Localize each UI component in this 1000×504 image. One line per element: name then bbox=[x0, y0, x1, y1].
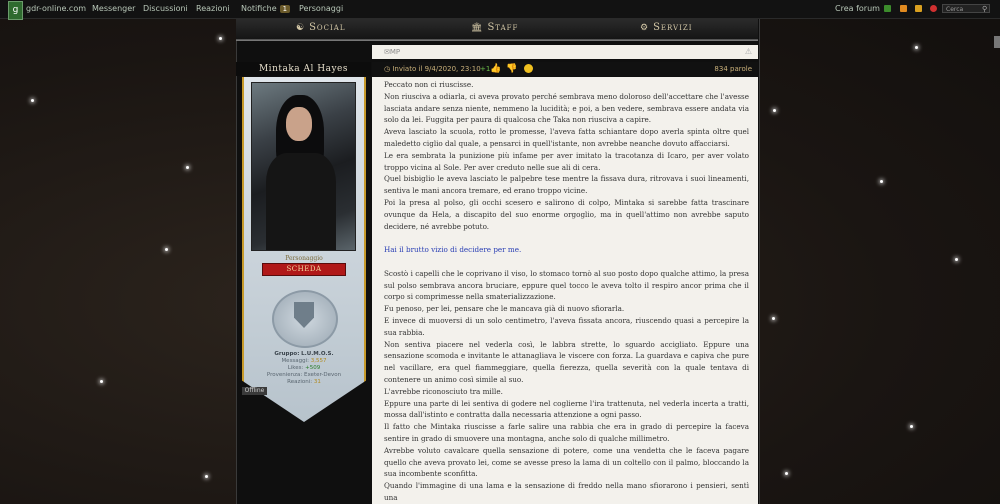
group-emblem-icon bbox=[272, 290, 338, 348]
star-decoration bbox=[910, 425, 913, 428]
word-count: 834 parole bbox=[714, 65, 752, 73]
star-decoration bbox=[772, 317, 775, 320]
opera-icon[interactable] bbox=[930, 5, 937, 12]
avatar bbox=[251, 82, 356, 251]
nav-notifiche-label: Notifiche bbox=[241, 4, 277, 13]
post-paragraph: Aveva lasciato la scuola, rotto le prome… bbox=[384, 127, 749, 148]
post-paragraph: Peccato non ci riuscisse. bbox=[384, 80, 474, 89]
star-decoration bbox=[915, 46, 918, 49]
post-paragraph: Scostò i capelli che le coprivano il vis… bbox=[384, 268, 749, 302]
nav-discussioni[interactable]: Discussioni bbox=[143, 4, 188, 13]
post-toolbar: ✉MP ⚠ bbox=[372, 45, 758, 59]
reader-icon[interactable] bbox=[915, 5, 922, 12]
mp-link[interactable]: ✉MP bbox=[384, 48, 400, 56]
building-icon: 🏛 bbox=[471, 23, 484, 33]
group-value[interactable]: L.U.M.O.S. bbox=[301, 351, 333, 357]
provenienza-value: Exeter-Devon bbox=[304, 372, 342, 378]
post-paragraph: Non sentiva piacere nel vederla così, le… bbox=[384, 339, 749, 384]
messaggi-label: Messaggi: bbox=[281, 358, 310, 364]
post-date: ◷ Inviato il 9/4/2020, 23:10 bbox=[384, 62, 481, 76]
site-link[interactable]: gdr-online.com bbox=[26, 4, 86, 13]
star-decoration bbox=[880, 180, 883, 183]
likes-label: Likes: bbox=[287, 365, 304, 371]
likes-row: Likes: +509 bbox=[242, 365, 366, 372]
dialogue-line: Hai il brutto vizio di decidere per me. bbox=[384, 245, 522, 255]
scrollbar-thumb[interactable] bbox=[994, 36, 1000, 48]
nav-personaggi[interactable]: Personaggi bbox=[299, 4, 343, 13]
report-icon[interactable]: ⚠ bbox=[745, 47, 752, 56]
star-decoration bbox=[785, 472, 788, 475]
mp-label: MP bbox=[389, 48, 401, 56]
gears-icon: ⚙ bbox=[640, 23, 650, 33]
thumbs-up-icon[interactable]: 👍 bbox=[490, 62, 501, 76]
provenienza-row: Provenienza: Exeter-Devon bbox=[242, 372, 366, 379]
status-badge: Offline bbox=[242, 387, 267, 395]
reazioni-row: Reazioni: 31 bbox=[242, 379, 366, 386]
social-icon: ☯ bbox=[296, 23, 306, 33]
post-paragraph: Poi la presa al polso, gli occhi scesero… bbox=[384, 197, 749, 231]
post-paragraph: E invece di muoversi di un solo centimet… bbox=[384, 315, 749, 337]
post-paragraph: L'avrebbe riconosciuto tra mille. bbox=[384, 386, 503, 396]
profile-role: Personaggio bbox=[285, 255, 323, 262]
thumbs-down-icon[interactable]: 👎 bbox=[506, 62, 517, 76]
post-paragraph: Quando l'immagine di una lama e la sensa… bbox=[384, 481, 749, 502]
star-decoration bbox=[165, 248, 168, 251]
section-tabs: ☯ Social 🏛 Staff ⚙ Servizi bbox=[236, 19, 758, 40]
post-paragraph: Il fatto che Mintaka riuscisse a farle s… bbox=[384, 422, 749, 443]
search-icon[interactable]: ⚲ bbox=[982, 5, 987, 13]
post-paragraph: Eppure una parte di lei sentiva di goder… bbox=[384, 398, 749, 420]
tab-servizi[interactable]: ⚙ Servizi bbox=[640, 22, 693, 33]
rss-icon[interactable] bbox=[900, 5, 907, 12]
nav-notifiche[interactable]: Notifiche 1 bbox=[241, 4, 291, 13]
reazioni-value: 31 bbox=[313, 379, 321, 385]
post-paragraph: Avrebbe voluto cavalcare quella sensazio… bbox=[384, 445, 749, 479]
tab-staff[interactable]: 🏛 Staff bbox=[471, 22, 518, 33]
scheda-button[interactable]: SCHEDA bbox=[262, 263, 346, 276]
top-navigation-bar: g gdr-online.com Messenger Discussioni R… bbox=[0, 0, 1000, 20]
site-logo-icon[interactable]: g bbox=[8, 1, 23, 20]
tab-staff-label: Staff bbox=[487, 22, 519, 33]
tab-divider bbox=[236, 40, 758, 41]
star-decoration bbox=[31, 99, 34, 102]
messaggi-value: 3,557 bbox=[310, 358, 327, 364]
group-label: Gruppo: bbox=[274, 351, 300, 357]
star-decoration bbox=[205, 475, 208, 478]
star-decoration bbox=[186, 166, 189, 169]
post-text: Peccato non ci riuscisse. Non riusciva a… bbox=[384, 79, 749, 504]
notification-badge: 1 bbox=[279, 5, 291, 13]
post-author-name[interactable]: Mintaka Al Hayes bbox=[236, 62, 371, 76]
post-paragraph: Fu penoso, per lei, pensare che le manca… bbox=[384, 304, 625, 314]
post-date-text: Inviato il 9/4/2020, 23:10 bbox=[392, 65, 481, 73]
post-paragraph: Non riusciva a odiarla, ci aveva provato… bbox=[384, 91, 749, 125]
green-app-icon[interactable] bbox=[884, 5, 891, 12]
crea-forum-link[interactable]: Crea forum bbox=[835, 4, 880, 13]
star-decoration bbox=[219, 37, 222, 40]
likes-value: +509 bbox=[305, 365, 321, 371]
provenienza-label: Provenienza: bbox=[266, 372, 303, 378]
star-decoration bbox=[100, 380, 103, 383]
avatar-face bbox=[286, 107, 312, 141]
avatar-body bbox=[266, 153, 336, 250]
group-row: Gruppo: L.U.M.O.S. bbox=[242, 351, 366, 358]
post-info-bar: ◷ Inviato il 9/4/2020, 23:10 +1 👍 👎 834 … bbox=[372, 62, 758, 76]
nav-messenger[interactable]: Messenger bbox=[92, 4, 135, 13]
nav-reazioni[interactable]: Reazioni bbox=[196, 4, 230, 13]
reputation-count: +1 bbox=[480, 65, 491, 73]
tab-servizi-label: Servizi bbox=[653, 22, 693, 33]
tab-social[interactable]: ☯ Social bbox=[296, 22, 346, 33]
tab-social-label: Social bbox=[309, 22, 346, 33]
messaggi-row: Messaggi: 3,557 bbox=[242, 358, 366, 365]
star-decoration bbox=[955, 258, 958, 261]
reaction-smiley-icon[interactable] bbox=[524, 64, 533, 73]
post-paragraph: Le era sembrata la punizione più infame … bbox=[384, 150, 749, 172]
post-paragraph: Quel bisbiglio le aveva lasciato le palp… bbox=[384, 174, 749, 196]
reazioni-label: Reazioni: bbox=[287, 379, 313, 385]
star-decoration bbox=[773, 109, 776, 112]
profile-stats: Gruppo: L.U.M.O.S. Messaggi: 3,557 Likes… bbox=[242, 351, 366, 386]
